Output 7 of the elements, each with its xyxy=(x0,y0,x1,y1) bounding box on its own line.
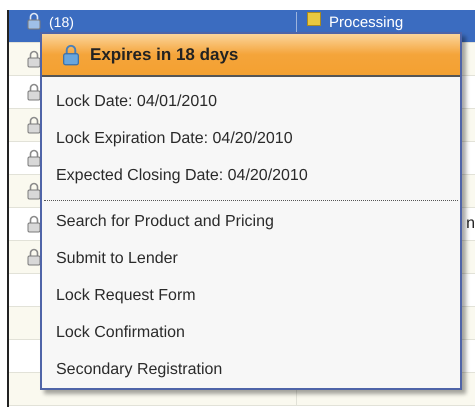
table-cell-text: (18) xyxy=(49,13,74,32)
detail-text: Lock Expiration Date: 04/20/2010 xyxy=(56,128,293,148)
popup-title: Expires in 18 days xyxy=(90,44,238,66)
detail-text: Lock Date: 04/01/2010 xyxy=(56,92,218,112)
detail-text: Expected Closing Date: 04/20/2010 xyxy=(56,166,308,186)
table-cell-text: Processing xyxy=(329,13,404,33)
table-cell-text: n xyxy=(466,214,475,234)
